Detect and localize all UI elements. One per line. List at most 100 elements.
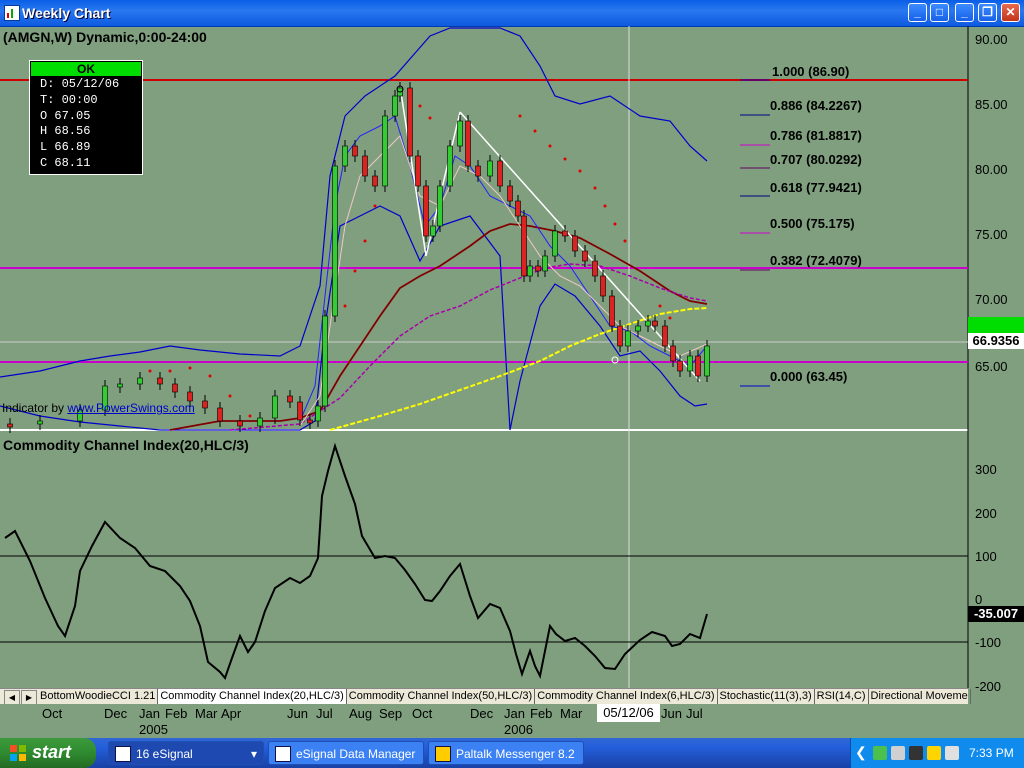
candle-body (257, 417, 263, 427)
x-axis-label: Feb (530, 706, 553, 721)
window-title: Weekly Chart (22, 5, 111, 21)
candle-body (392, 95, 398, 117)
candle-body (437, 185, 443, 227)
group-arrow-icon: ▾ (250, 747, 257, 761)
info-date: D: 05/12/06 (40, 77, 120, 91)
candle-body (592, 260, 598, 277)
candle-body (423, 185, 429, 237)
app-tray-icon[interactable] (909, 746, 923, 760)
app-minimize-button[interactable]: _ (955, 3, 974, 22)
candle-body (430, 225, 436, 237)
network-icon[interactable] (873, 746, 887, 760)
ohlc-info-box: OK D: 05/12/06 T: 00:00 O 67.05 H 68.56 … (29, 60, 143, 175)
candle-body (535, 265, 541, 272)
candle-body (117, 383, 123, 388)
tab-cci-6[interactable]: Commodity Channel Index(6,HLC/3) (535, 689, 718, 704)
candle-body (635, 325, 641, 332)
candle-body (352, 145, 358, 157)
task-paltalk[interactable]: Paltalk Messenger 8.2 (428, 741, 584, 765)
fib-label-500: 0.500 (75.175) (770, 216, 855, 231)
tray-expand-icon[interactable]: ❮ (855, 744, 867, 761)
price-axis-label: 70.00 (975, 292, 1008, 307)
task-data-manager[interactable]: eSignal Data Manager (268, 741, 424, 765)
cci-axis-label: 200 (975, 506, 997, 521)
x-axis-label: Jan (504, 706, 525, 721)
maximize-button[interactable]: □ (930, 3, 949, 22)
x-axis-label: Jun (287, 706, 308, 721)
candle-body (237, 420, 243, 427)
window-titlebar: Weekly Chart _ □ _ ❐ ✕ (0, 0, 1024, 27)
esignal-icon (115, 745, 131, 762)
candle-body (202, 400, 208, 409)
candle-body (600, 275, 606, 297)
fib-label-000: 0.000 (63.45) (770, 369, 848, 384)
system-tray: ❮ 7:33 PM (850, 738, 1024, 768)
tab-next-arrow-icon[interactable]: ▶ (21, 690, 37, 705)
candle-body (625, 330, 631, 347)
clock: 7:33 PM (969, 746, 1014, 760)
fib-label-1000: 1.000 (86.90) (772, 64, 850, 79)
candle-body (415, 155, 421, 187)
task-data-manager-label: eSignal Data Manager (296, 747, 416, 761)
cci-line (4, 442, 708, 680)
candle-body (704, 345, 710, 377)
x-axis-label: Oct (42, 706, 63, 721)
minimize-button[interactable]: _ (908, 3, 927, 22)
tab-bottom-woodie-cci[interactable]: BottomWoodieCCI 1.21 (38, 689, 159, 704)
tab-cci-50[interactable]: Commodity Channel Index(50,HLC/3) (347, 689, 536, 704)
candle-body (382, 115, 388, 187)
paltalk-icon (435, 745, 451, 762)
x-axis-label: Apr (221, 706, 242, 721)
start-button[interactable]: start (0, 738, 96, 768)
monitor-icon[interactable] (891, 746, 905, 760)
indicator-credit-link[interactable]: www.PowerSwings.com (67, 401, 194, 415)
candle-body (7, 423, 13, 428)
cci-axis-label: -200 (975, 679, 1002, 694)
candle-body (315, 405, 321, 422)
x-axis-label: Sep (379, 706, 403, 721)
chart-canvas[interactable] (0, 26, 1024, 688)
volume-icon[interactable] (945, 746, 959, 760)
current-price-tag: 66.9356 (968, 333, 1024, 349)
x-axis-year: 2005 (139, 722, 168, 737)
crosshair-date-label: 05/12/06 (597, 704, 660, 722)
candle-body (475, 165, 481, 177)
candle-body (157, 377, 163, 385)
candle-body (515, 200, 521, 217)
start-label: start (32, 742, 72, 762)
taskbar: start 16 eSignal ▾ eSignal Data Manager … (0, 738, 1024, 768)
candle-body (217, 407, 223, 422)
candle-body (662, 325, 668, 347)
cci-title: Commodity Channel Index(20,HLC/3) (3, 437, 249, 453)
candle-body (272, 395, 278, 419)
restore-button[interactable]: ❐ (978, 3, 997, 22)
tab-cci-20[interactable]: Commodity Channel Index(20,HLC/3) (158, 689, 347, 704)
tab-rsi[interactable]: RSI(14,C) (815, 689, 869, 704)
price-axis-label: 75.00 (975, 227, 1008, 242)
fib-label-707: 0.707 (80.0292) (770, 152, 862, 167)
price-axis-label: 90.00 (975, 32, 1008, 47)
candle-body (695, 355, 701, 377)
candle-body (187, 391, 193, 402)
x-axis-label: Feb (165, 706, 188, 721)
task-esignal[interactable]: 16 eSignal ▾ (108, 741, 264, 765)
candle-body (372, 175, 378, 187)
close-button[interactable]: ✕ (1001, 3, 1020, 22)
tab-stochastic[interactable]: Stochastic(11(3),3) (718, 689, 815, 704)
candle-body (487, 160, 493, 177)
x-axis-year: 2006 (504, 722, 533, 737)
candle-body (332, 165, 338, 317)
candle-body (652, 320, 658, 327)
ma-dark-red (169, 223, 708, 431)
candle-body (521, 215, 527, 277)
chart-title: (AMGN,W) Dynamic,0:00-24:00 (3, 29, 207, 45)
candle-body (617, 325, 623, 347)
info-high: H 68.56 (40, 124, 91, 139)
tab-directional-movement[interactable]: Directional Moveme (869, 689, 971, 704)
messenger-tray-icon[interactable] (927, 746, 941, 760)
tab-prev-arrow-icon[interactable]: ◀ (4, 690, 20, 705)
chart-area[interactable]: (AMGN,W) Dynamic,0:00-24:00 OK D: 05/12/… (0, 26, 1024, 694)
indicator-credit: Indicator by www.PowerSwings.com (2, 401, 195, 415)
candle-body (297, 401, 303, 421)
x-axis-label: Mar (560, 706, 583, 721)
